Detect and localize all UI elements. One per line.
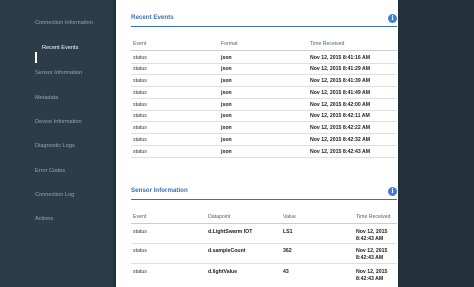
table-row: status json Nov 12, 2015 8:41:39 AM [131,75,397,87]
time-cell: Nov 12, 2015 [356,248,388,254]
title-divider [131,199,397,200]
table-row: status json Nov 12, 2015 8:42:32 AM [131,134,397,146]
column-header-time: Time Received [356,214,391,220]
table-row: status d.lightValue 43 Nov 12, 2015 8:42… [131,264,397,286]
value-cell: 362 [283,248,292,254]
sidebar-item-error-codes[interactable]: Error Codes [35,168,65,174]
datapoint-cell: d.lightValue [208,269,238,275]
column-header-event: Event [133,214,147,220]
time-cell: Nov 12, 2015 8:42:22 AM [310,125,371,131]
sensor-information-title: Sensor Information [131,187,188,194]
time-cell: Nov 12, 2015 [356,229,388,235]
event-cell: status [133,269,147,275]
datapoint-cell: d.LightSwarm IOT [208,229,253,235]
sidebar-item-recent-events[interactable]: Recent Events [42,45,78,51]
sidebar: Connection Information Recent Events Sen… [0,0,113,287]
time-cell: 8:42:43 AM [356,276,384,282]
time-cell: 8:42:43 AM [356,255,384,261]
time-cell: Nov 12, 2015 8:41:16 AM [310,55,371,61]
event-cell: status [133,229,147,235]
sidebar-item-connection-log[interactable]: Connection Log [35,192,74,198]
format-cell: json [221,113,232,119]
format-cell: json [221,137,232,143]
time-cell: Nov 12, 2015 [356,269,388,275]
format-cell: json [221,102,232,108]
column-header-time: Time Received [310,41,345,47]
time-cell: Nov 12, 2015 8:42:32 AM [310,137,371,143]
table-row: status d.sampleCount 362 Nov 12, 2015 8:… [131,244,397,264]
table-header: Event Format Time Received [131,40,397,51]
info-icon[interactable]: i [388,187,397,196]
table-header: Event Datapoint Value Time Received [131,213,397,224]
datapoint-cell: d.sampleCount [208,248,246,254]
sidebar-item-diagnostic-logs[interactable]: Diagnostic Logs [35,143,75,149]
value-cell: 43 [283,269,289,275]
format-cell: json [221,149,232,155]
time-cell: Nov 12, 2015 8:42:00 AM [310,102,371,108]
format-cell: json [221,90,232,96]
sidebar-item-metadata[interactable]: Metadata [35,95,58,101]
column-header-datapoint: Datapoint [208,214,231,220]
table-row: status json Nov 12, 2015 8:41:16 AM [131,52,397,64]
sidebar-item-actions[interactable]: Actions [35,216,53,222]
value-cell: LS1 [283,229,293,235]
sidebar-item-device-information[interactable]: Device Information [35,119,82,125]
event-cell: status [133,90,147,96]
column-header-format: Format [221,41,238,47]
event-cell: status [133,113,147,119]
event-cell: status [133,149,147,155]
info-icon[interactable]: i [388,14,397,23]
event-cell: status [133,102,147,108]
main-card: Recent Events i Event Format Time Receiv… [116,0,398,287]
table-row: status json Nov 12, 2015 8:41:29 AM [131,64,397,75]
table-row: status json Nov 12, 2015 8:42:22 AM [131,122,397,134]
column-header-value: Value [283,214,296,220]
table-row: status json Nov 12, 2015 8:42:43 AM [131,146,397,158]
table-row: status json Nov 12, 2015 8:41:49 AM [131,87,397,99]
format-cell: json [221,125,232,131]
sidebar-item-sensor-information[interactable]: Sensor Information [35,70,82,76]
event-cell: status [133,66,147,72]
time-cell: Nov 12, 2015 8:41:29 AM [310,66,371,72]
event-cell: status [133,125,147,131]
table-row: status json Nov 12, 2015 8:42:11 AM [131,111,397,122]
time-cell: Nov 12, 2015 8:41:49 AM [310,90,371,96]
format-cell: json [221,78,232,84]
event-cell: status [133,137,147,143]
background-panel [398,0,474,287]
table-row: status d.LightSwarm IOT LS1 Nov 12, 2015… [131,225,397,244]
format-cell: json [221,55,232,61]
recent-events-title: Recent Events [131,14,174,21]
active-indicator [35,52,37,63]
time-cell: Nov 12, 2015 8:42:11 AM [310,113,370,119]
column-header-event: Event [133,41,147,47]
event-cell: status [133,248,147,254]
time-cell: 8:42:43 AM [356,236,384,242]
format-cell: json [221,66,232,72]
sidebar-item-connection-information[interactable]: Connection Information [35,20,93,26]
table-row: status json Nov 12, 2015 8:42:00 AM [131,99,397,111]
event-cell: status [133,55,147,61]
title-divider [131,26,397,27]
time-cell: Nov 12, 2015 8:42:43 AM [310,149,371,155]
time-cell: Nov 12, 2015 8:41:39 AM [310,78,371,84]
event-cell: status [133,78,147,84]
